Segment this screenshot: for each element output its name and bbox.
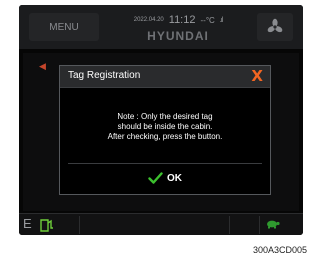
dialog-title: Tag Registration <box>68 70 141 81</box>
close-icon[interactable]: X <box>251 67 263 85</box>
tag-registration-dialog: Tag Registration X Note : Only the desir… <box>59 65 271 195</box>
monitor-screen: MENU 2022.04.20 11:12 --°C .ıl HYUNDAI ◀… <box>19 5 303 235</box>
date-readout: 2022.04.20 <box>133 17 164 23</box>
dialog-divider <box>68 163 262 164</box>
brand-logo: HYUNDAI <box>147 29 209 43</box>
bottom-status-bar: E <box>19 213 303 235</box>
status-separator <box>229 216 230 234</box>
fan-icon <box>267 18 283 33</box>
status-separator <box>79 216 80 234</box>
ok-button[interactable]: OK <box>134 169 196 187</box>
dialog-message: Note : Only the desired tag should be in… <box>60 112 270 142</box>
dialog-message-line: Note : Only the desired tag <box>117 112 213 121</box>
fuel-icon <box>40 219 53 232</box>
time-readout: 11:12 <box>168 14 196 26</box>
temperature-readout: --°C <box>200 15 215 25</box>
status-line: 2022.04.20 11:12 --°C .ıl <box>103 13 253 27</box>
signal-icon: .ıl <box>219 16 224 24</box>
dialog-header: Tag Registration X <box>60 66 270 88</box>
fan-button[interactable] <box>257 13 293 41</box>
dialog-message-line: After checking, press the button. <box>107 132 223 141</box>
check-icon <box>148 172 163 184</box>
back-arrow-icon[interactable]: ◀ <box>39 62 46 72</box>
status-separator <box>259 216 260 234</box>
ok-button-label: OK <box>167 172 182 184</box>
status-area: 2022.04.20 11:12 --°C .ıl HYUNDAI <box>103 11 253 45</box>
top-bar: MENU 2022.04.20 11:12 --°C .ıl HYUNDAI <box>19 5 303 49</box>
figure-code: 300A3CD005 <box>252 245 307 255</box>
power-mode-indicator: E <box>23 216 32 231</box>
menu-button[interactable]: MENU <box>29 13 99 41</box>
turtle-icon <box>267 220 280 229</box>
menu-button-label: MENU <box>49 21 79 33</box>
dialog-message-line: should be inside the cabin. <box>117 122 213 131</box>
